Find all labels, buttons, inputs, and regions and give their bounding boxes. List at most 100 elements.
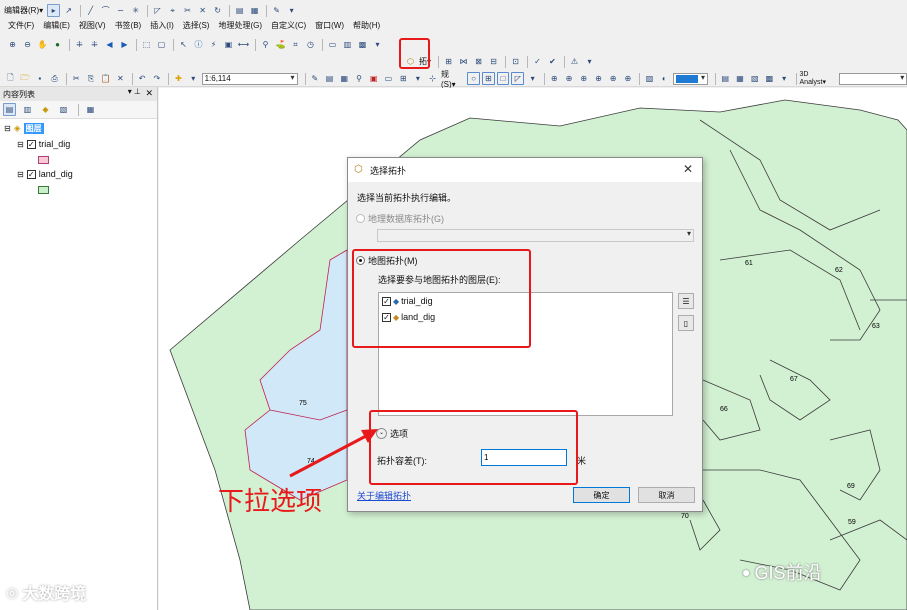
list-by-visibility-icon[interactable]: ◆ [39, 103, 52, 116]
swipe-icon[interactable]: ▥ [341, 38, 354, 51]
construct-polygons-icon[interactable]: ⊡ [509, 55, 522, 68]
new-document-icon[interactable]: 🗋 [4, 72, 17, 85]
toc-root-row[interactable]: ⊟ ◈ 图层 [4, 123, 44, 134]
cut-icon[interactable]: ✂ [70, 72, 83, 85]
reshape-icon[interactable]: ⌖ [166, 4, 179, 17]
list-by-source-icon[interactable]: ▥ [21, 103, 34, 116]
toc-layer-row[interactable]: ⊟ ✓ land_dig [17, 169, 73, 179]
ok-button[interactable]: 确定 [573, 487, 630, 503]
html-popup-icon[interactable]: ▣ [222, 38, 235, 51]
menu-selection[interactable]: 选择(S) [183, 20, 210, 31]
toolbar-options-icon[interactable]: ▾ [583, 55, 596, 68]
find-icon[interactable]: ⚲ [259, 38, 272, 51]
fixed-zoom-in-icon[interactable]: ⁜ [73, 38, 86, 51]
layout-tool-icon[interactable]: ▧ [748, 72, 761, 85]
endpoint-arc-icon[interactable]: ⌒ [99, 4, 112, 17]
find-route-icon[interactable]: ⛳ [274, 38, 287, 51]
editor-toolbar-icon[interactable]: ✎ [309, 72, 322, 85]
editor-menu-button[interactable]: 编辑器(R)▾ [4, 5, 43, 16]
layer-symbol-swatch[interactable] [38, 156, 49, 164]
error-inspector-icon[interactable]: ⚠ [568, 55, 581, 68]
clear-all-button[interactable]: ▯ [678, 315, 694, 331]
go-to-xy-icon[interactable]: ⌗ [289, 38, 302, 51]
selection-label[interactable]: 规(S)▾ [441, 69, 463, 89]
menu-file[interactable]: 文件(F) [8, 20, 34, 31]
table-of-contents-icon[interactable]: ▤ [323, 72, 336, 85]
layer-visibility-checkbox[interactable]: ✓ [26, 169, 36, 179]
help-link[interactable]: 关于编辑拓扑 [357, 489, 411, 502]
pan-icon[interactable]: ✋ [36, 38, 49, 51]
sketch-properties-icon[interactable]: ▦ [248, 4, 261, 17]
print-icon[interactable]: ⎙ [48, 72, 61, 85]
menu-windows[interactable]: 窗口(W) [315, 20, 344, 31]
toolbar-options-icon[interactable]: ▾ [371, 38, 384, 51]
cut-polygons-icon[interactable]: ✂ [181, 4, 194, 17]
edit-vertices-icon[interactable]: ◸ [151, 4, 164, 17]
map-scale-dropdown[interactable]: 1:6,114 [201, 72, 298, 85]
show-shared-features-icon[interactable]: ⋈ [457, 55, 470, 68]
attributes-icon[interactable]: ▤ [233, 4, 246, 17]
zoom-out-icon[interactable]: ⊖ [21, 38, 34, 51]
georef-tool-icon[interactable]: ⊕ [592, 72, 605, 85]
menu-view[interactable]: 视图(V) [79, 20, 106, 31]
contrast-icon[interactable]: ◐ [658, 72, 671, 85]
point-icon[interactable]: ✳ [129, 4, 142, 17]
list-by-drawing-order-icon[interactable]: ▤ [3, 103, 16, 116]
georef-tool-icon[interactable]: ⊕ [577, 72, 590, 85]
georef-tool-icon[interactable]: ⊕ [563, 72, 576, 85]
menu-geoprocessing[interactable]: 地理处理(G) [218, 20, 262, 31]
georef-tool-icon[interactable]: ⊕ [622, 72, 635, 85]
cancel-button[interactable]: 取消 [638, 487, 695, 503]
close-icon[interactable]: ✕ [683, 162, 693, 176]
construct-features-icon[interactable]: ⊠ [472, 55, 485, 68]
layout-tool-icon[interactable]: ▩ [763, 72, 776, 85]
pin-icon[interactable]: ▾ ⊥ [128, 87, 141, 96]
toolbar-options-icon[interactable]: ▾ [526, 72, 539, 85]
options-icon[interactable]: ▦ [84, 103, 97, 116]
fixed-zoom-out-icon[interactable]: ⁜ [88, 38, 101, 51]
close-icon[interactable]: ✕ [145, 88, 153, 99]
menu-bookmarks[interactable]: 书签(B) [115, 20, 142, 31]
menu-edit[interactable]: 编辑(E) [43, 20, 70, 31]
menu-help[interactable]: 帮助(H) [353, 20, 380, 31]
menu-insert[interactable]: 插入(I) [150, 20, 174, 31]
collapse-icon[interactable]: ⊟ [4, 124, 11, 133]
identify-icon[interactable]: ⓘ [192, 38, 205, 51]
trace-icon[interactable]: ∽ [114, 4, 127, 17]
menu-customize[interactable]: 自定义(C) [271, 20, 306, 31]
3d-analyst-layer-dropdown[interactable] [838, 72, 907, 85]
toc-layer-row[interactable]: ⊟ ✓ trial_dig [17, 139, 70, 149]
fix-topology-error-icon[interactable]: ✔ [546, 55, 559, 68]
geodatabase-topology-option[interactable]: 地理数据库拓扑(G) [356, 212, 444, 225]
snap-point-icon[interactable]: ○ [467, 72, 480, 85]
save-icon[interactable]: ▪ [33, 72, 46, 85]
forward-extent-icon[interactable]: ▶ [118, 38, 131, 51]
color-dropdown[interactable] [672, 72, 708, 85]
redo-icon[interactable]: ↷ [150, 72, 163, 85]
time-slider-icon[interactable]: ◷ [304, 38, 317, 51]
select-elements-icon[interactable]: ↖ [177, 38, 190, 51]
snap-edge-icon[interactable]: ◸ [511, 72, 525, 85]
3d-analyst-menu[interactable]: 3D Analyst▾ [800, 71, 836, 86]
edit-annotation-icon[interactable]: ↗ [62, 4, 75, 17]
geodatabase-topology-dropdown[interactable] [377, 229, 694, 242]
undo-icon[interactable]: ↶ [136, 72, 149, 85]
select-all-button[interactable]: ☰ [678, 293, 694, 309]
layout-tool-icon[interactable]: ▦ [734, 72, 747, 85]
copy-icon[interactable]: ⎘ [85, 72, 98, 85]
hyperlink-icon[interactable]: ⚡ [207, 38, 220, 51]
back-extent-icon[interactable]: ◀ [103, 38, 116, 51]
python-icon[interactable]: ▭ [382, 72, 395, 85]
split-icon[interactable]: ✕ [196, 4, 209, 17]
snapping-icon[interactable]: ⊹ [426, 72, 439, 85]
delete-icon[interactable]: ✕ [114, 72, 127, 85]
layer-effects-icon[interactable]: ▨ [643, 72, 656, 85]
measure-icon[interactable]: ⟷ [237, 38, 250, 51]
georef-tool-icon[interactable]: ⊕ [607, 72, 620, 85]
straight-segment-icon[interactable]: ╱ [84, 4, 97, 17]
layer-symbol-swatch[interactable] [38, 186, 49, 194]
zoom-in-icon[interactable]: ⊕ [6, 38, 19, 51]
edit-tool-icon[interactable]: ▸ [47, 4, 61, 17]
toolbar-options-icon[interactable]: ▾ [285, 4, 298, 17]
modelbuilder-icon[interactable]: ⊞ [397, 72, 410, 85]
